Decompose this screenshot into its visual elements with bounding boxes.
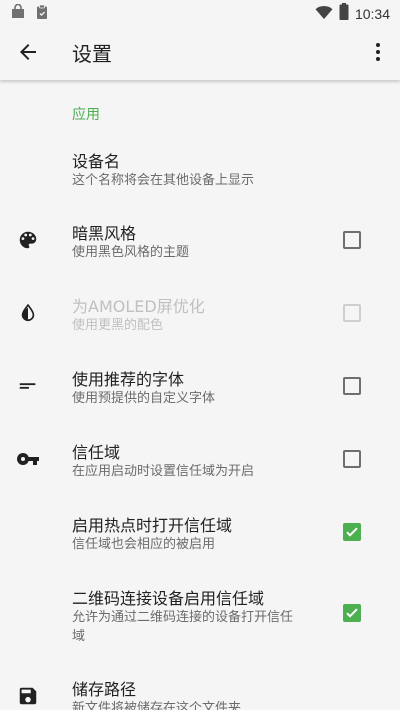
trust-zone-checkbox[interactable] <box>343 450 361 468</box>
pref-summary: 这个名称将会在其他设备上显示 <box>72 173 255 188</box>
clipboard-icon <box>34 4 50 24</box>
pref-summary: 使用预提供的自定义字体 <box>72 391 216 406</box>
pref-summary: 使用黑色风格的主题 <box>72 245 190 260</box>
status-bar: 10:34 <box>0 0 400 24</box>
hotspot-trust-zone-checkbox[interactable] <box>343 523 361 541</box>
pref-summary: 新文件将被储存在这个文件夹 <box>72 701 242 710</box>
key-icon <box>16 447 40 471</box>
qr-trust-zone-checkbox[interactable] <box>343 604 361 622</box>
section-header: 应用 <box>72 107 100 123</box>
custom-font-checkbox[interactable] <box>343 377 361 395</box>
back-button[interactable] <box>12 36 44 68</box>
pref-hotspot-trust-zone[interactable]: 启用热点时打开信任域 信任域也会相应的被启用 <box>0 506 400 578</box>
more-options-button[interactable] <box>366 36 390 68</box>
pref-title: 启用热点时打开信任域 <box>72 516 233 535</box>
bag-icon <box>10 3 26 24</box>
amoled-checkbox <box>343 304 361 322</box>
pref-trust-zone[interactable]: 信任域 在应用启动时设置信任域为开启 <box>0 433 400 505</box>
app-bar: 设置 <box>0 24 400 80</box>
pref-summary: 信任域也会相应的被启用 <box>72 537 216 552</box>
page-title: 设置 <box>72 42 112 66</box>
status-time: 10:34 <box>354 5 390 22</box>
checkmark-icon <box>346 527 358 537</box>
settings-list[interactable]: 应用 设备名 这个名称将会在其他设备上显示 暗黑风格 使用黑色风格的主题 为AM… <box>0 80 400 710</box>
pref-summary: 在应用启动时设置信任域为开启 <box>72 464 255 479</box>
pref-amoled: 为AMOLED屏优化 使用更黑的配色 <box>0 287 400 359</box>
pref-custom-font[interactable]: 使用推荐的字体 使用预提供的自定义字体 <box>0 360 400 432</box>
pref-title: 暗黑风格 <box>72 224 137 243</box>
wifi-icon <box>315 4 333 24</box>
palette-icon <box>16 228 40 252</box>
contrast-icon <box>16 301 40 325</box>
pref-title: 储存路径 <box>72 680 137 699</box>
dark-theme-checkbox[interactable] <box>343 231 361 249</box>
pref-summary-line2: 域 <box>72 629 86 644</box>
more-vert-icon <box>376 43 380 61</box>
battery-icon <box>339 3 349 24</box>
pref-storage-path[interactable]: 储存路径 新文件将被储存在这个文件夹 <box>0 670 400 710</box>
pref-summary-line1: 允许为通过二维码连接的设备打开信任 <box>72 610 294 625</box>
pref-device-name[interactable]: 设备名 这个名称将会在其他设备上显示 <box>0 142 400 214</box>
pref-title: 使用推荐的字体 <box>72 370 185 389</box>
checkmark-icon <box>346 608 358 618</box>
pref-title: 为AMOLED屏优化 <box>72 297 205 316</box>
arrow-back-icon <box>20 44 36 60</box>
pref-summary: 使用更黑的配色 <box>72 318 164 333</box>
short-text-icon <box>16 374 40 398</box>
pref-title: 设备名 <box>72 152 121 171</box>
pref-qr-trust-zone[interactable]: 二维码连接设备启用信任域 允许为通过二维码连接的设备打开信任 域 <box>0 579 400 661</box>
pref-title: 二维码连接设备启用信任域 <box>72 589 265 608</box>
pref-title: 信任域 <box>72 443 121 462</box>
save-icon <box>16 684 40 708</box>
pref-dark-theme[interactable]: 暗黑风格 使用黑色风格的主题 <box>0 214 400 286</box>
